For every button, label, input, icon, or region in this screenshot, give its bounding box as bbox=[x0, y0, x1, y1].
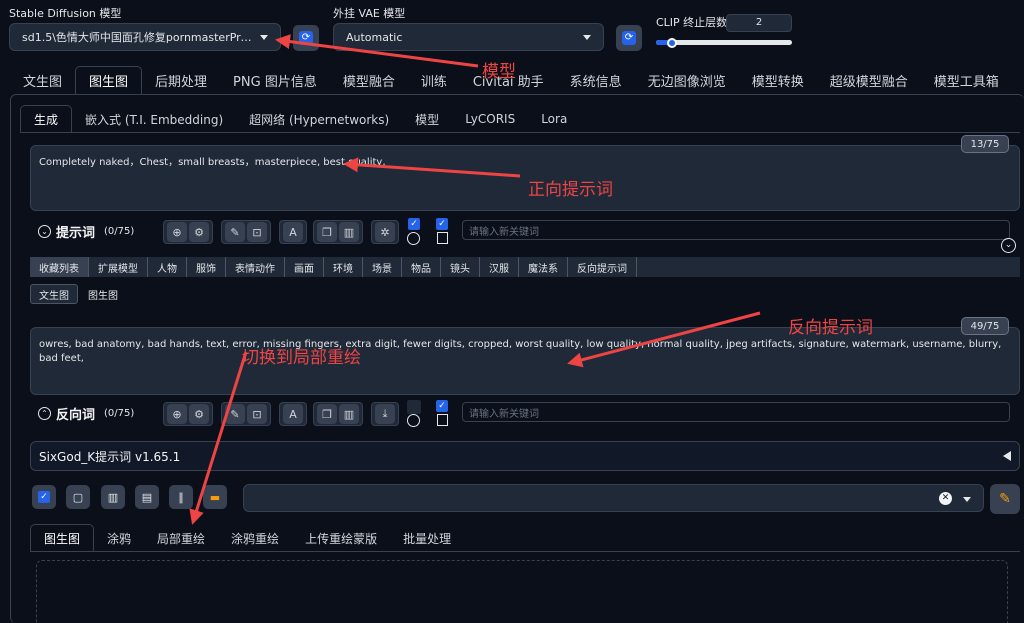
annotation-inpaint: 切换到局部重绘 bbox=[242, 348, 361, 368]
annotation-arrows bbox=[189, 34, 761, 525]
inpaint-arrow bbox=[189, 351, 248, 525]
annotation-model: 模型 bbox=[482, 62, 516, 82]
positive-arrow bbox=[343, 157, 521, 178]
annotation-negative: 反向提示词 bbox=[788, 318, 873, 338]
negative-arrow bbox=[567, 311, 761, 368]
annotation-positive: 正向提示词 bbox=[528, 180, 613, 200]
model-arrow bbox=[275, 34, 479, 68]
